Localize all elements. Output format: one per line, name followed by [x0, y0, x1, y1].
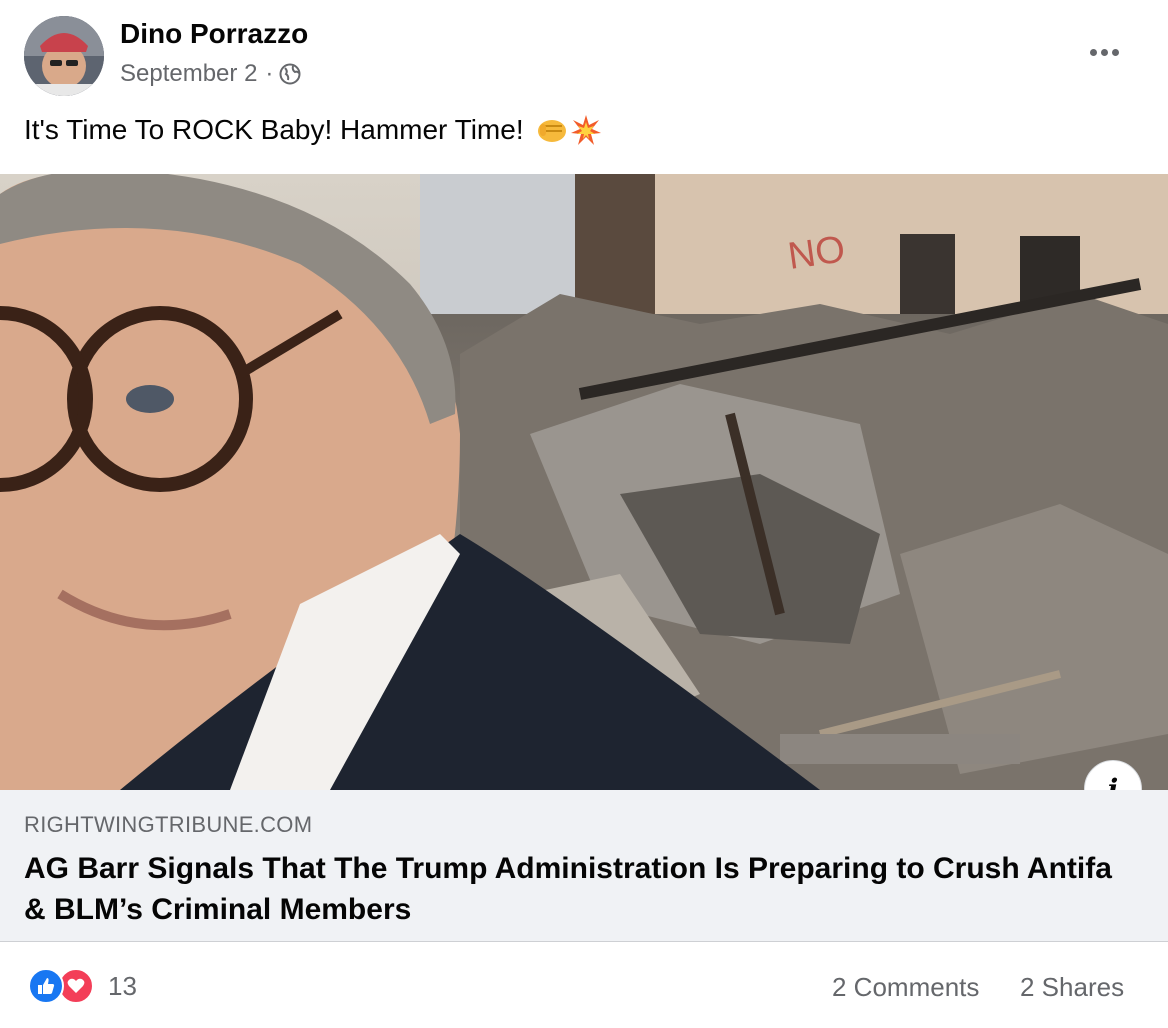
author-name[interactable]: Dino Porrazzo: [120, 18, 308, 50]
more-options-icon[interactable]: [1082, 38, 1126, 66]
meta-separator: ·: [265, 60, 274, 87]
oncoming-fist-emoji: [536, 114, 568, 146]
post-message: It's Time To ROCK Baby! Hammer Time!: [24, 114, 524, 145]
shares-count[interactable]: 2 Shares: [1020, 972, 1124, 1003]
post-meta: September 2 ·: [120, 60, 301, 88]
reaction-count: 13: [108, 970, 137, 1001]
post-footer: 13 2 Comments 2 Shares: [0, 942, 1168, 1028]
post-date[interactable]: September 2: [120, 60, 257, 88]
comments-count[interactable]: 2 Comments: [832, 972, 979, 1003]
link-title[interactable]: AG Barr Signals That The Trump Administr…: [24, 848, 1124, 930]
collision-emoji: [570, 114, 602, 146]
author-avatar[interactable]: [24, 16, 104, 96]
link-preview-image[interactable]: NO: [0, 174, 1168, 790]
link-domain: RIGHTWINGTRIBUNE.COM: [24, 812, 313, 837]
reactions-summary[interactable]: 13: [28, 968, 137, 1004]
svg-text:NO: NO: [785, 228, 847, 278]
post-header: Dino Porrazzo September 2 ·: [0, 0, 1168, 100]
link-preview-box[interactable]: RIGHTWINGTRIBUNE.COM AG Barr Signals Tha…: [0, 790, 1168, 942]
post-text: It's Time To ROCK Baby! Hammer Time!: [24, 114, 602, 146]
globe-icon[interactable]: [279, 63, 301, 85]
like-icon: [28, 968, 64, 1004]
